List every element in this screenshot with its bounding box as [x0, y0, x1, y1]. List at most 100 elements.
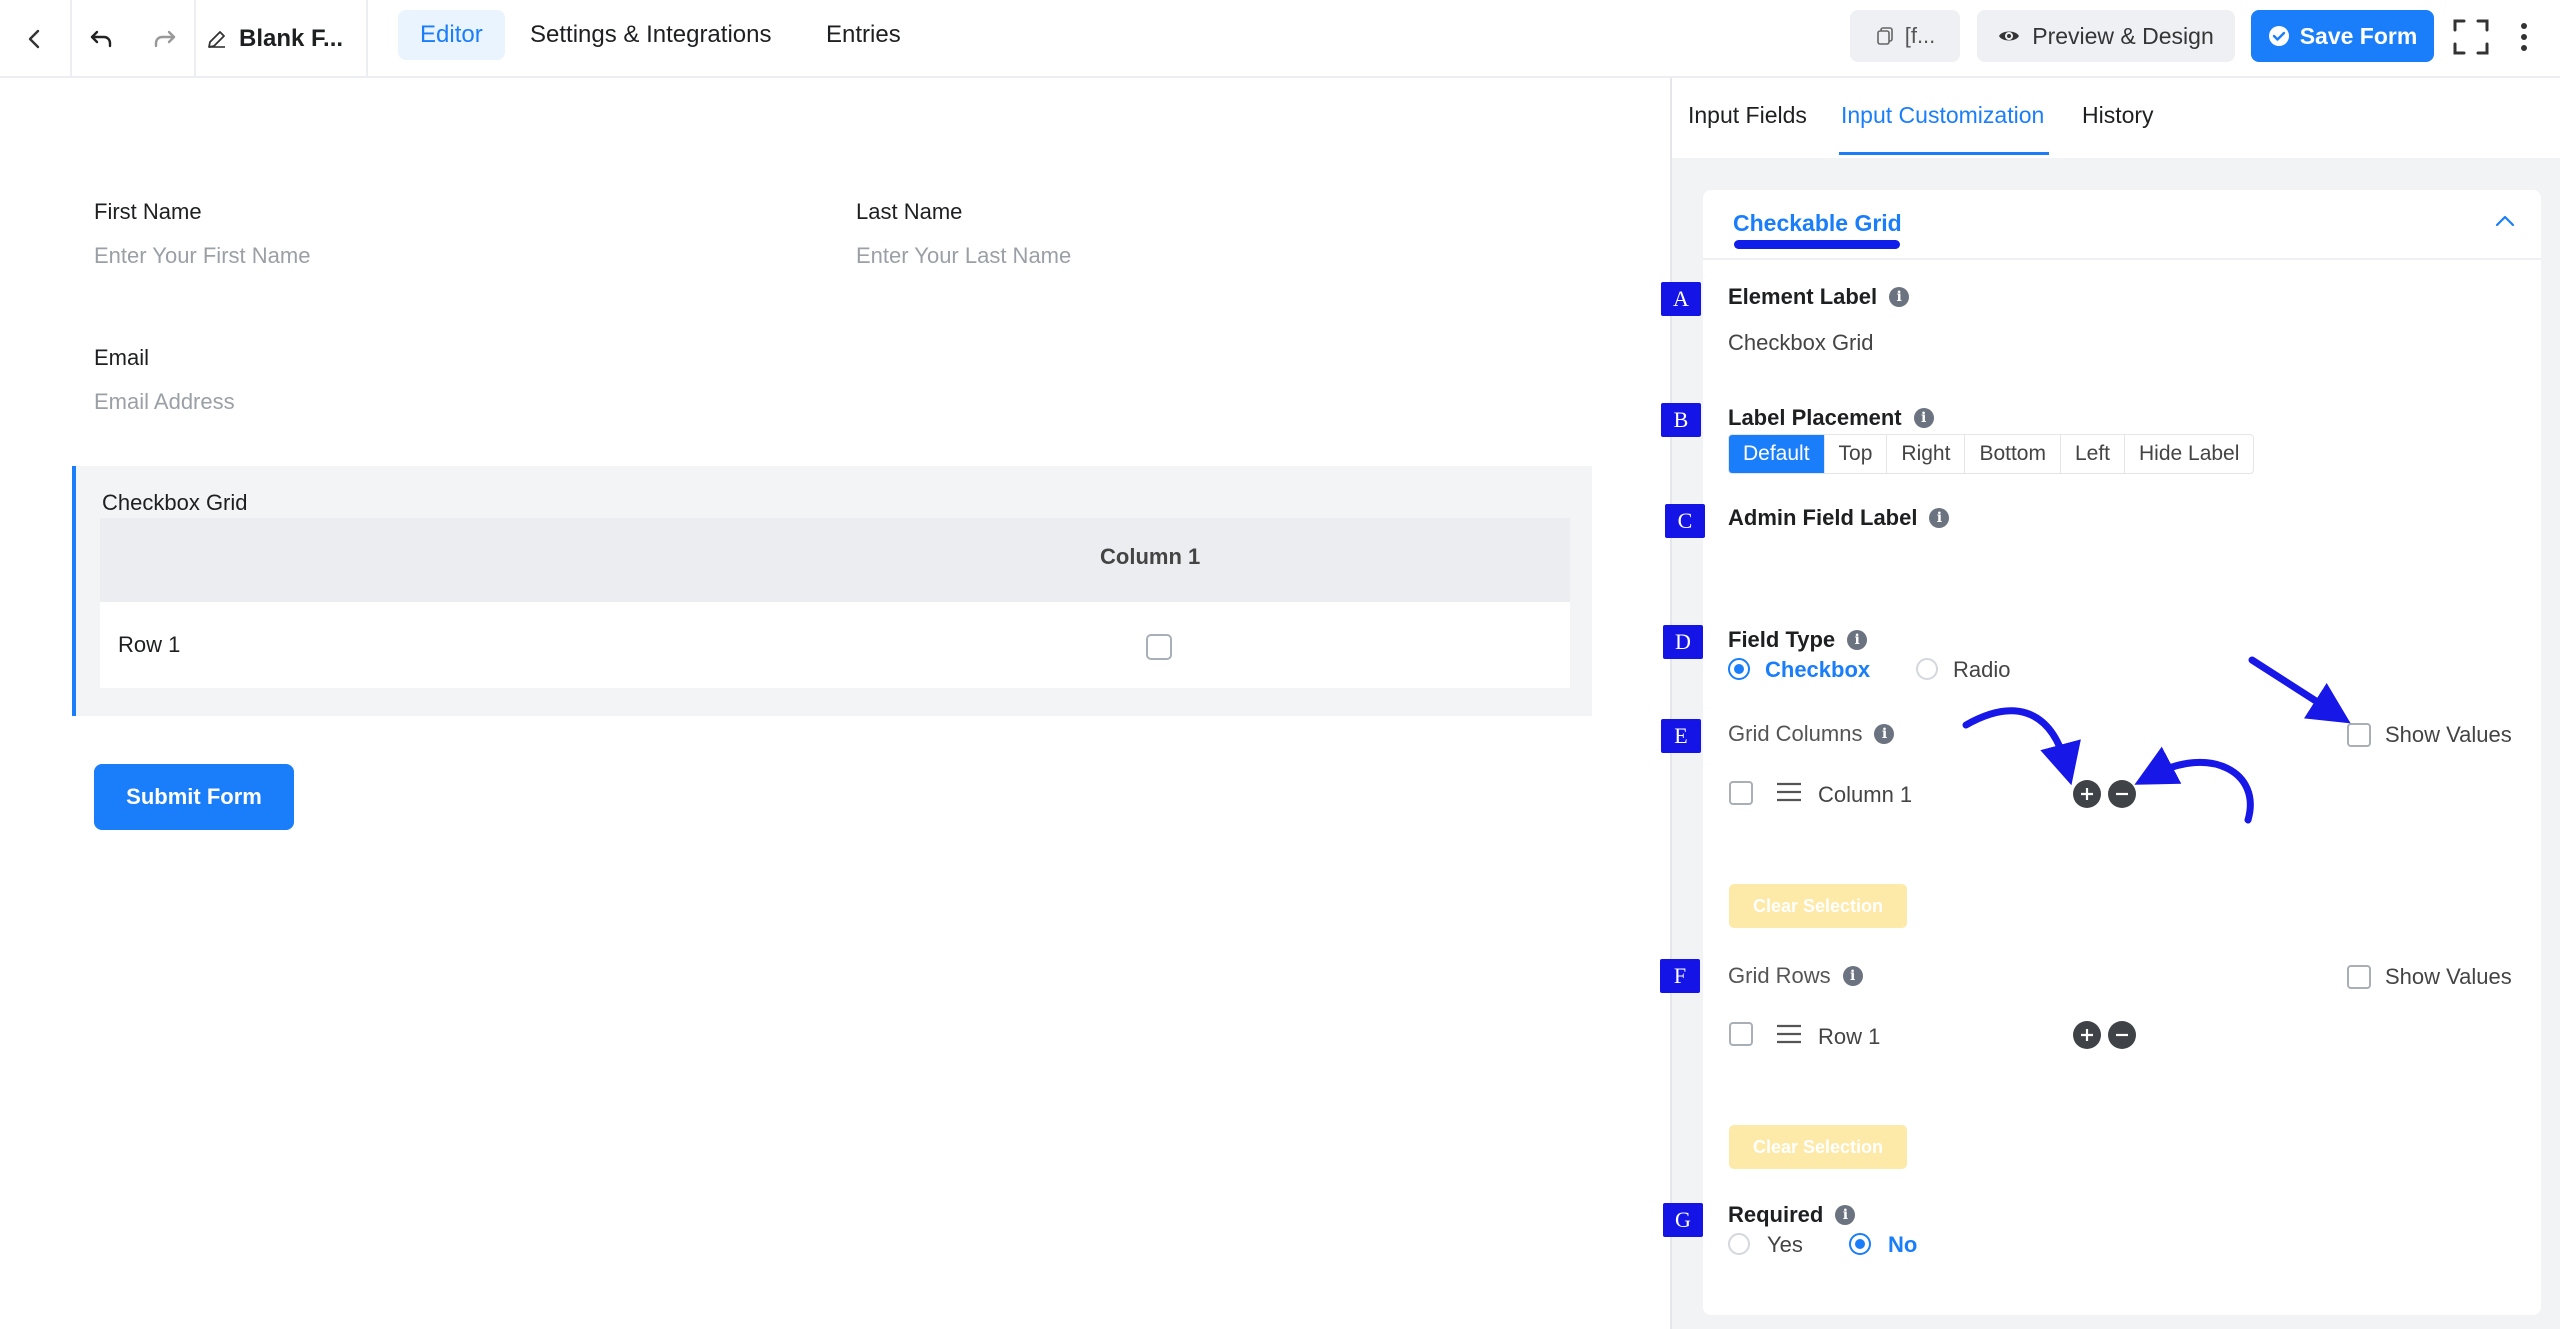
placement-option-top[interactable]: Top	[1825, 435, 1888, 473]
placement-option-default[interactable]: Default	[1729, 435, 1825, 473]
label-placement-title: Label Placement i	[1728, 405, 1934, 431]
checkbox-grid-label: Checkbox Grid	[102, 490, 248, 515]
element-label-input[interactable]: Checkbox Grid	[1728, 330, 1874, 356]
minus-icon	[2116, 792, 2128, 796]
annotation-badge-d: D	[1663, 625, 1703, 659]
info-icon: i	[1842, 966, 1863, 986]
shortcode-text: [f...	[1904, 23, 1936, 48]
remove-column-button[interactable]	[2108, 780, 2136, 808]
rows-show-values-label[interactable]: Show Values	[2385, 964, 2512, 990]
tab-input-customization[interactable]: Input Customization	[1841, 102, 2044, 129]
row-option-checkbox[interactable]	[1729, 1022, 1753, 1046]
drag-handle-icon[interactable]	[1776, 1024, 1802, 1044]
tab-entries[interactable]: Entries	[804, 10, 923, 60]
fullscreen-button[interactable]	[2448, 14, 2494, 60]
preview-design-button[interactable]: Preview & Design	[1977, 10, 2235, 62]
chevron-up-icon[interactable]	[2492, 208, 2518, 234]
add-column-button[interactable]	[2073, 780, 2101, 808]
required-no-radio[interactable]	[1849, 1233, 1871, 1255]
info-icon: i	[1889, 287, 1910, 307]
remove-row-button[interactable]	[2108, 1021, 2136, 1049]
grid-row-label: Row 1	[118, 632, 181, 657]
field-type-title: Field Type i	[1728, 627, 1868, 653]
columns-show-values-checkbox[interactable]	[2347, 723, 2371, 747]
element-label-title: Element Label i	[1728, 284, 1910, 310]
rows-show-values-checkbox[interactable]	[2347, 965, 2371, 989]
field-type-radio-label[interactable]: Radio	[1953, 657, 2010, 683]
admin-field-label-title: Admin Field Label i	[1728, 505, 1950, 531]
column-option-label[interactable]: Column 1	[1818, 782, 1912, 808]
label-placement-text: Label Placement	[1728, 405, 1902, 430]
plus-icon	[2081, 1029, 2093, 1041]
save-form-button[interactable]: Save Form	[2251, 10, 2434, 62]
columns-clear-selection-button[interactable]: Clear Selection	[1729, 884, 1907, 928]
checkbox-grid-field[interactable]: Checkbox Grid Column 1 Row 1	[72, 466, 1592, 716]
placement-option-left[interactable]: Left	[2061, 435, 2125, 473]
email-input[interactable]: Email Address	[94, 389, 235, 415]
active-tab-indicator	[1839, 152, 2049, 155]
grid-columns-title: Grid Columns i	[1728, 721, 1895, 747]
fullscreen-icon	[2453, 19, 2489, 55]
undo-button[interactable]	[72, 0, 130, 78]
pencil-icon	[208, 31, 225, 48]
info-icon: i	[1874, 724, 1895, 744]
required-no-label[interactable]: No	[1888, 1232, 1917, 1258]
row-option-label[interactable]: Row 1	[1818, 1024, 1880, 1050]
required-yes-label[interactable]: Yes	[1767, 1232, 1803, 1258]
annotation-badge-e: E	[1661, 719, 1701, 753]
grid-columns-text: Grid Columns	[1728, 721, 1863, 746]
shortcode-button[interactable]: [f...	[1850, 10, 1960, 62]
section-title[interactable]: Checkable Grid	[1733, 210, 1902, 237]
placement-option-bottom[interactable]: Bottom	[1965, 435, 2061, 473]
element-label-text: Element Label	[1728, 284, 1878, 309]
drag-handle-icon[interactable]	[1776, 782, 1802, 802]
admin-field-label-input[interactable]	[1728, 540, 2508, 584]
field-type-checkbox-radio[interactable]	[1728, 658, 1750, 680]
info-icon: i	[1835, 1205, 1856, 1225]
check-circle-icon	[2268, 26, 2289, 46]
grid-header-row: Column 1	[100, 518, 1570, 602]
info-icon: i	[1847, 630, 1868, 650]
grid-row: Row 1	[100, 602, 1570, 688]
required-yes-radio[interactable]	[1728, 1233, 1750, 1255]
toolbar-divider	[366, 0, 368, 78]
annotation-badge-a: A	[1661, 282, 1701, 316]
add-row-button[interactable]	[2073, 1021, 2101, 1049]
tab-input-fields[interactable]: Input Fields	[1688, 102, 1807, 129]
info-icon: i	[1913, 408, 1934, 428]
grid-cell-checkbox[interactable]	[1146, 634, 1172, 660]
chevron-left-icon	[28, 29, 40, 49]
column-option-checkbox[interactable]	[1729, 781, 1753, 805]
undo-icon	[90, 30, 112, 48]
email-label: Email	[94, 345, 150, 370]
annotation-badge-g: G	[1663, 1203, 1703, 1237]
tab-settings-integrations[interactable]: Settings & Integrations	[508, 10, 793, 60]
card-divider	[1703, 258, 2541, 260]
more-options-button[interactable]	[2504, 14, 2544, 60]
placement-option-right[interactable]: Right	[1887, 435, 1966, 473]
field-type-radio-radio[interactable]	[1916, 658, 1938, 680]
last-name-input[interactable]: Enter Your Last Name	[856, 243, 1071, 269]
annotation-badge-f: F	[1660, 959, 1700, 993]
save-form-label: Save Form	[2299, 22, 2418, 49]
columns-show-values-label[interactable]: Show Values	[2385, 722, 2512, 748]
info-icon: i	[1929, 508, 1950, 528]
form-name-text: Blank F...	[239, 25, 344, 52]
back-button[interactable]	[0, 0, 70, 78]
first-name-label: First Name	[94, 199, 202, 224]
field-type-text: Field Type	[1728, 627, 1836, 652]
rows-clear-selection-button[interactable]: Clear Selection	[1729, 1125, 1907, 1169]
form-name[interactable]: Blank F...	[205, 0, 343, 78]
label-placement-selector: Default Top Right Bottom Left Hide Label	[1728, 434, 2255, 474]
required-text: Required	[1728, 1202, 1824, 1227]
copy-icon	[1876, 27, 1893, 45]
top-toolbar: Blank F... Editor Settings & Integration…	[0, 0, 2560, 78]
tab-history[interactable]: History	[2082, 102, 2154, 129]
field-type-checkbox-label[interactable]: Checkbox	[1765, 657, 1870, 683]
first-name-input[interactable]: Enter Your First Name	[94, 243, 310, 269]
redo-button[interactable]	[136, 0, 194, 78]
placement-option-hide-label[interactable]: Hide Label	[2125, 435, 2253, 473]
submit-form-button[interactable]: Submit Form	[94, 764, 294, 830]
form-canvas: First Name Enter Your First Name Last Na…	[0, 78, 1670, 1329]
tab-editor[interactable]: Editor	[398, 10, 505, 60]
